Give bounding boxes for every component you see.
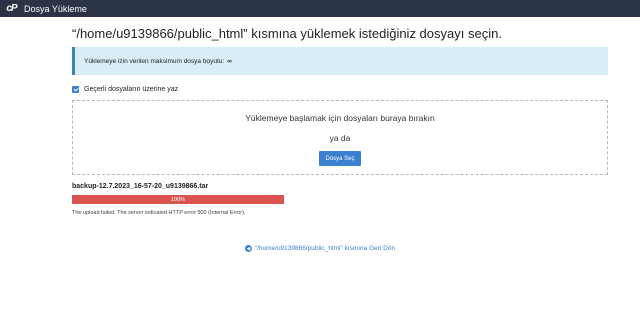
max-size-alert: Yüklemeye izin verilen maksimum dosya bo… [72,47,608,75]
overwrite-checkbox[interactable] [72,86,79,93]
overwrite-label[interactable]: Geçerli dosyaların üzerine yaz [84,86,178,93]
file-dropzone[interactable]: Yüklemeye başlamak için dosyaları buraya… [72,100,608,175]
app-title: Dosya Yükleme [24,3,87,14]
upload-error-message: The upload failed. The server indicated … [72,210,246,216]
back-link[interactable]: ◀ “/home/u9139866/public_html” kısmına G… [0,245,640,252]
alert-text: Yüklemeye izin verilen maksimum dosya bo… [84,57,225,65]
back-link-text[interactable]: “/home/u9139866/public_html” kısmına Ger… [255,245,395,252]
overwrite-option[interactable]: Geçerli dosyaların üzerine yaz [72,86,178,93]
page-heading: “/home/u9139866/public_html” kısmına yük… [72,26,502,41]
upload-progress-bar: 100% [72,195,284,204]
upload-progress-fill: 100% [72,195,284,204]
cpanel-logo-icon[interactable]: cP [4,3,19,15]
dropzone-text: Yüklemeye başlamak için dosyaları buraya… [245,113,435,123]
arrow-left-circle-icon[interactable]: ◀ [244,245,252,252]
select-file-button[interactable]: Dosya Seç [319,151,361,166]
alert-max-size-value: ∞ [227,57,232,65]
upload-file-name: backup-12.7.2023_16-57-20_u9139866.tar [72,183,209,190]
top-bar: cP Dosya Yükleme [0,0,640,17]
dropzone-or-text: ya da [329,133,351,143]
upload-progress-label: 100% [170,196,186,203]
